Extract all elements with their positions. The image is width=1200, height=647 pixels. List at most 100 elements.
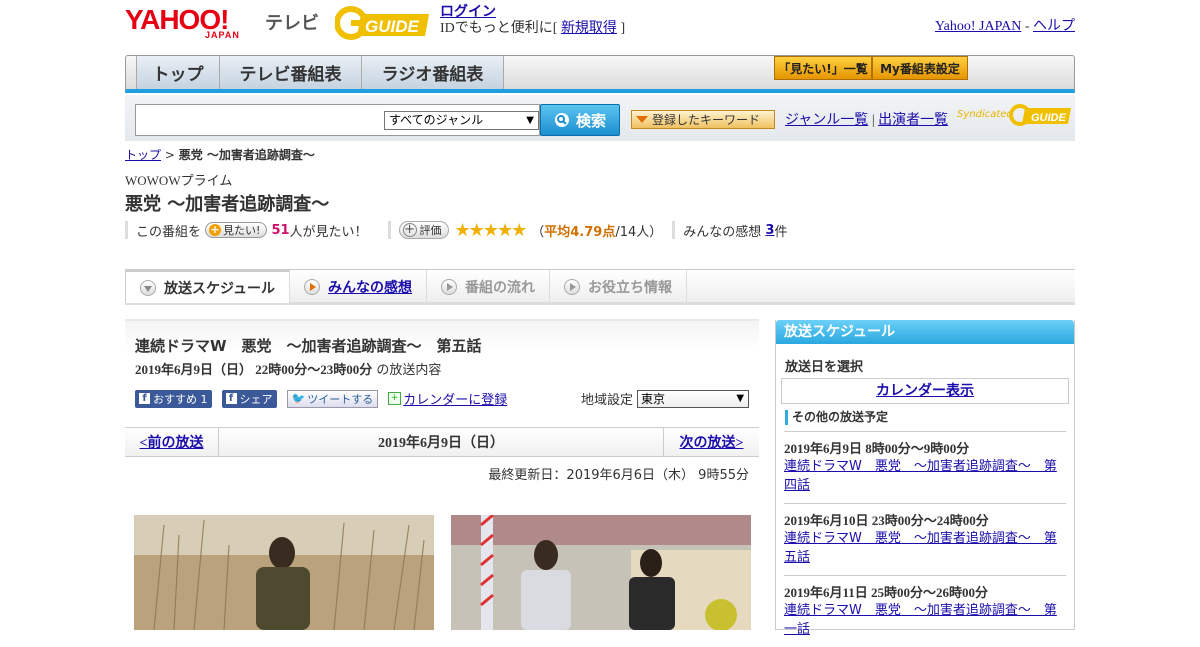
tab-info: お役立ち情報 — [550, 270, 688, 303]
mitai-list-button[interactable]: 「見たい!」一覧 — [774, 56, 872, 80]
divider — [672, 221, 676, 239]
mitai-button[interactable]: + 見たい! — [205, 222, 268, 238]
rate-button-label: 評価 — [419, 224, 442, 237]
schedule-item-link[interactable]: 連続ドラマW 悪党 ～加害者追跡調査～ 第四話 — [784, 459, 1057, 493]
play-arrow-icon — [441, 278, 458, 295]
page-title: 悪党 ～加害者追跡調査～ — [125, 194, 330, 215]
keyword-button[interactable]: 登録したキーワード — [631, 110, 775, 129]
global-nav: トップ テレビ番組表 ラジオ番組表 「見たい!」一覧 My番組表設定 — [125, 55, 1075, 93]
nav-tab-radio[interactable]: ラジオ番組表 — [362, 56, 504, 89]
mitai-count: 51 — [271, 222, 290, 238]
syndicated-label: Syndicated — [957, 109, 1013, 120]
facebook-icon: f — [225, 393, 237, 404]
breadcrumb-separator: > — [164, 148, 175, 162]
episode-photo — [451, 515, 751, 630]
schedule-item-date: 2019年6月11日 25時00分～26時00分 — [784, 585, 989, 600]
calendar-view-label: カレンダー表示 — [876, 383, 974, 399]
search-button[interactable]: 検索 — [540, 104, 620, 136]
triangle-down-icon — [636, 116, 648, 123]
last-updated: 最終更新日：2019年6月6日（木） 9時55分 — [488, 468, 749, 483]
schedule-item-link[interactable]: 連続ドラマW 悪党 ～加害者追跡調査～ 第五話 — [784, 531, 1057, 565]
prev-broadcast-link[interactable]: <前の放送 — [125, 428, 219, 456]
tab-flow: 番組の流れ — [427, 270, 551, 303]
rating-average: 平均4.79点 — [544, 224, 616, 240]
facebook-icon: f — [139, 393, 150, 404]
login-box: ログイン IDでもっと便利に[ 新規取得 ] — [440, 5, 625, 37]
next-broadcast-link[interactable]: 次の放送> — [663, 428, 759, 456]
current-broadcast-date: 2019年6月9日（日） — [378, 436, 504, 451]
search-icon — [554, 113, 569, 127]
rating-open: （ — [531, 224, 545, 240]
yahoo-japan-wordmark: JAPAN — [205, 30, 240, 40]
program-subtabs: 放送スケジュール みんなの感想 番組の流れ お役立ち情報 — [125, 269, 1075, 305]
divider — [387, 221, 391, 239]
calendar-register-link[interactable]: + カレンダーに登録 — [388, 389, 507, 408]
tv-label[interactable]: テレビ — [265, 9, 319, 35]
schedule-item-date: 2019年6月10日 23時00分～24時00分 — [784, 513, 989, 528]
genre-select[interactable]: すべてのジャンル ▼ — [384, 111, 539, 130]
tab-label: 番組の流れ — [465, 279, 536, 296]
facebook-share-button[interactable]: f シェア — [221, 389, 277, 408]
gguide-logo[interactable]: GUIDE — [335, 6, 431, 40]
login-link[interactable]: ログイン — [440, 5, 496, 20]
tab-label: みんなの感想 — [328, 279, 413, 296]
site-header: YAHOO! JAPAN テレビ GUIDE ログイン IDでもっと便利に[ 新… — [125, 0, 1075, 50]
episode-date-suffix: の放送内容 — [376, 363, 442, 378]
episode-photo — [134, 515, 434, 630]
header-link-separator: - — [1024, 19, 1030, 34]
breadcrumb: トップ > 悪党 ～加害者追跡調査～ — [125, 146, 315, 163]
genre-list-link[interactable]: ジャンル一覧 — [785, 113, 868, 128]
yahoo-japan-link[interactable]: Yahoo! JAPAN — [935, 19, 1021, 34]
episode-pager: <前の放送 2019年6月9日（日） 次の放送> — [125, 427, 759, 457]
play-arrow-icon — [564, 278, 581, 295]
station-name: WOWOWプライム — [125, 173, 233, 188]
svg-text:GUIDE: GUIDE — [1031, 112, 1067, 124]
tab-schedule[interactable]: 放送スケジュール — [125, 270, 291, 303]
gguide-syndicated-logo: GUIDE — [1009, 104, 1071, 126]
tab-impressions[interactable]: みんなの感想 — [290, 270, 428, 303]
area-label: 地域設定 — [581, 393, 634, 408]
schedule-item-date: 2019年6月9日 8時00分～9時00分 — [784, 441, 970, 456]
mitai-suffix: 人が見たい！ — [289, 224, 368, 240]
schedule-sidebar: 放送スケジュール 放送日を選択 カレンダー表示 その他の放送予定 2019年6月… — [775, 320, 1075, 637]
impressions-count-link[interactable]: 3 — [765, 223, 774, 238]
tweet-label: ツイートする — [307, 392, 374, 406]
episode-header: 連続ドラマW 悪党 ～加害者追跡調査～ 第五話 2019年6月9日（日） 22時… — [125, 319, 759, 417]
search-links-divider: | — [871, 113, 875, 128]
plus-icon: + — [402, 222, 417, 237]
tweet-button[interactable]: 🐦 ツイートする — [286, 389, 379, 408]
cast-list-link[interactable]: 出演者一覧 — [878, 113, 948, 128]
search-button-label: 検索 — [575, 111, 606, 130]
area-select[interactable]: 東京 ▼ — [637, 389, 750, 408]
breadcrumb-top[interactable]: トップ — [125, 148, 161, 162]
episode-title: 連続ドラマW 悪党 ～加害者追跡調査～ 第五話 — [135, 337, 482, 355]
genre-select-value: すべてのジャンル — [389, 113, 484, 127]
tab-label: お役立ち情報 — [588, 279, 673, 296]
help-link[interactable]: ヘルプ — [1033, 19, 1075, 34]
rate-button[interactable]: + 評価 — [398, 221, 449, 239]
nav-tab-top[interactable]: トップ — [136, 56, 220, 89]
episode-datetime: 2019年6月9日（日） 22時00分～23時00分 の放送内容 — [135, 359, 441, 378]
rating-stars: ★★★★★ — [454, 219, 528, 241]
schedule-item: 2019年6月11日 25時00分～26時00分 連続ドラマW 悪党 ～加害者追… — [784, 575, 1066, 647]
my-schedule-button[interactable]: My番組表設定 — [872, 56, 968, 80]
stats-prefix: この番組を — [136, 224, 202, 240]
search-links: ジャンル一覧 | 出演者一覧 — [785, 109, 948, 129]
header-links: Yahoo! JAPAN - ヘルプ — [935, 15, 1075, 35]
facebook-recommend-button[interactable]: f おすすめ 1 — [135, 389, 212, 408]
plus-icon: + — [209, 223, 222, 236]
episode-date: 2019年6月9日（日） 22時00分～23時00分 — [135, 362, 373, 377]
share-row: f おすすめ 1 f シェア 🐦 ツイートする + カレンダーに登録 — [135, 389, 507, 408]
dropdown-arrow-icon: ▼ — [736, 392, 745, 404]
signup-link[interactable]: 新規取得 — [561, 21, 617, 36]
nav-tab-tv[interactable]: テレビ番組表 — [220, 56, 362, 89]
schedule-item-link[interactable]: 連続ドラマW 悪党 ～加害者追跡調査～ 第一話 — [784, 603, 1057, 637]
schedule-item: 2019年6月9日 8時00分～9時00分 連続ドラマW 悪党 ～加害者追跡調査… — [784, 431, 1066, 503]
calendar-view-link[interactable]: カレンダー表示 — [781, 378, 1069, 404]
tab-label: 放送スケジュール — [164, 280, 276, 297]
select-date-label: 放送日を選択 — [785, 360, 864, 375]
svg-text:GUIDE: GUIDE — [365, 17, 420, 36]
rating-count: /14人） — [615, 224, 663, 240]
episode-main: 連続ドラマW 悪党 ～加害者追跡調査～ 第五話 2019年6月9日（日） 22時… — [125, 319, 759, 630]
next-broadcast-label: 次の放送> — [679, 436, 744, 451]
